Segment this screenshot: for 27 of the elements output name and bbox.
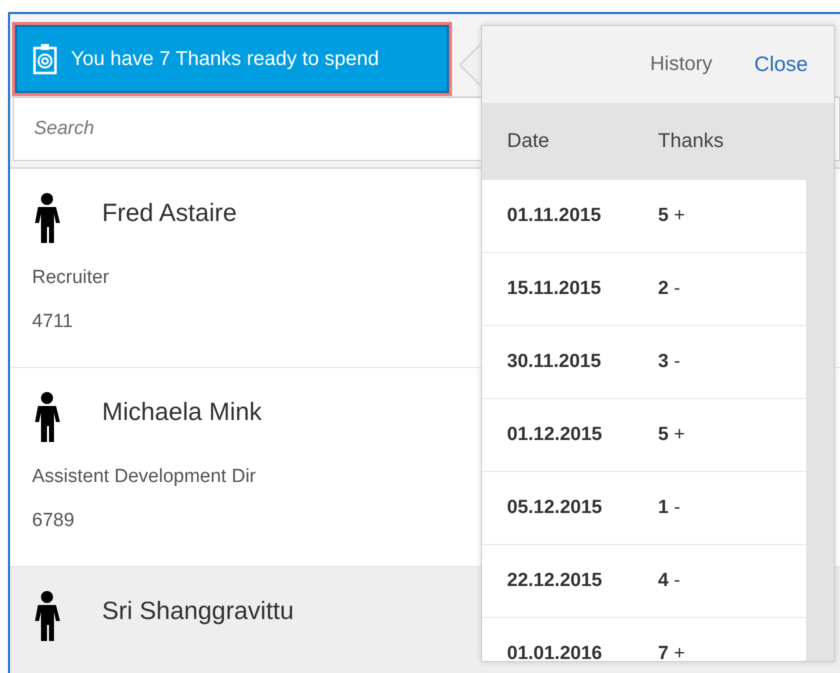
person-icon <box>32 193 62 245</box>
person-icon <box>32 591 62 643</box>
clipboard-icon <box>33 43 57 75</box>
close-link[interactable]: Close <box>754 52 808 76</box>
date-cell-text: 01.12.2015 <box>507 424 604 446</box>
person-number: 4711 <box>32 311 73 333</box>
date-cell-text: 22.12.2015 <box>507 570 604 592</box>
thanks-cell: 4 - <box>658 570 680 592</box>
thanks-cell: 5 + <box>658 205 685 227</box>
popover-title: History <box>650 53 712 76</box>
thanks-cell: 2 - <box>658 278 680 300</box>
person-name: Sri Shanggravittu <box>102 597 294 626</box>
date-cell-text: 05.12.2015 <box>507 497 604 519</box>
date-cell-text: 01.01.2016 <box>507 643 604 661</box>
column-header: Thanks <box>658 130 725 153</box>
person-name: Michaela Mink <box>102 398 262 427</box>
person-name: Fred Astaire <box>102 199 237 228</box>
date-cell-text: 15.11.2015 <box>507 278 602 300</box>
thanks-cell: 1 - <box>658 497 680 519</box>
thanks-cell: 7 + <box>658 643 685 661</box>
thanks-cell: 5 + <box>658 424 685 446</box>
date-cell-text: 01.11.2015 <box>507 205 602 227</box>
person-role: Assistent Development Dir <box>32 466 256 488</box>
person-icon <box>32 392 62 444</box>
person-number: 6789 <box>32 510 74 532</box>
person-role: Recruiter <box>32 267 110 289</box>
column-header: Date <box>507 130 550 153</box>
